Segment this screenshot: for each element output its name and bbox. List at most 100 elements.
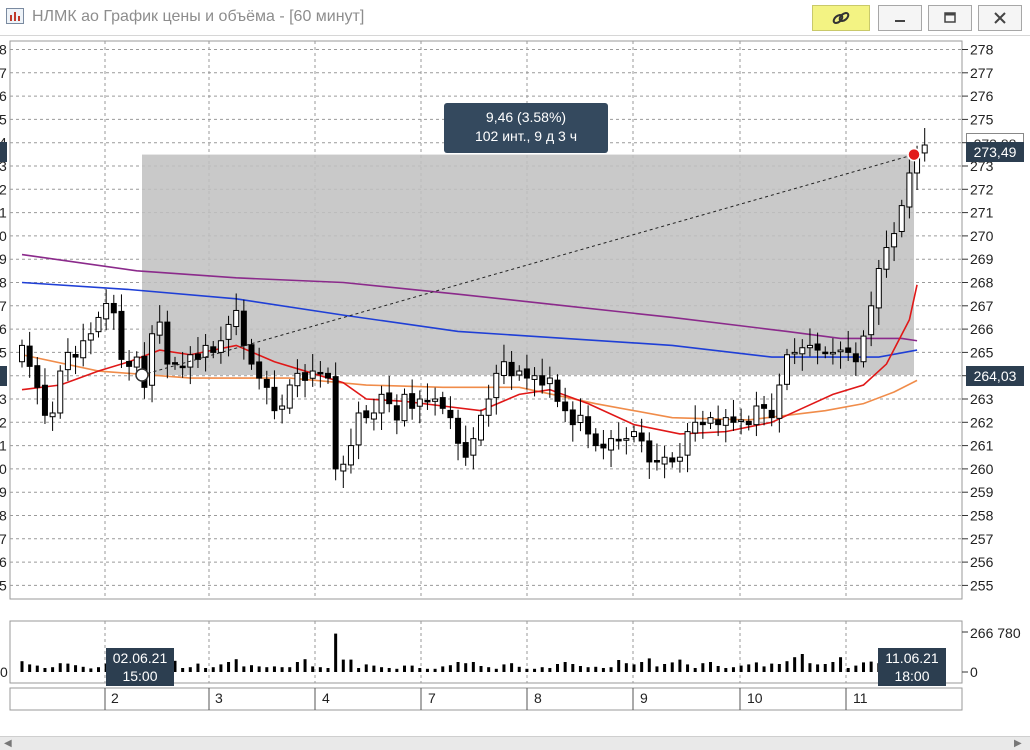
volume-bar	[517, 666, 521, 672]
scroll-left-icon[interactable]: ◀	[4, 738, 12, 749]
volume-bar	[410, 665, 414, 672]
link-button[interactable]	[812, 5, 870, 31]
candle-body	[539, 375, 546, 386]
candle-body	[761, 404, 768, 409]
candle-body	[149, 333, 156, 386]
candle-body	[600, 443, 607, 449]
day-label-9: 9	[640, 690, 648, 706]
price-tick-label: 258	[970, 508, 994, 524]
candle-body	[722, 417, 729, 426]
start-time: 15:00	[122, 668, 158, 684]
volume-bar	[456, 662, 460, 672]
candle-body	[156, 321, 163, 336]
volume-bar	[525, 668, 529, 672]
volume-bar	[632, 664, 636, 672]
end-date-label: 11.06.21 18:00	[878, 648, 946, 686]
volume-bar	[357, 668, 361, 672]
candle-body	[585, 416, 592, 435]
price-tick-label: 269	[970, 251, 994, 267]
candle-body	[64, 351, 71, 371]
candle-body	[822, 351, 829, 355]
candle-body	[49, 412, 56, 418]
volume-bar	[425, 668, 429, 672]
price-tick-label: 257	[970, 531, 994, 547]
left-price-tick-label: 6	[0, 321, 7, 337]
scroll-right-icon[interactable]: ▶	[1014, 738, 1022, 749]
close-button[interactable]	[978, 5, 1022, 31]
volume-bar	[326, 668, 330, 672]
candle-body	[852, 353, 859, 363]
candle-body	[72, 353, 79, 358]
minimize-button[interactable]	[878, 5, 922, 31]
candle-body	[508, 361, 515, 377]
candle-body	[355, 412, 362, 446]
volume-bar	[762, 666, 766, 672]
volume-bar	[494, 668, 498, 672]
volume-bar	[204, 668, 208, 672]
candle-body	[485, 398, 492, 416]
price-tick-label: 276	[970, 88, 994, 104]
candle-body	[80, 340, 87, 359]
price-tick-label: 268	[970, 275, 994, 291]
volume-bar	[678, 659, 682, 672]
volume-left-zero-label: 0	[0, 664, 8, 680]
volume-bar	[739, 665, 743, 672]
volume-bar	[227, 662, 231, 672]
measurement-start-point[interactable]	[135, 368, 149, 382]
price-tick-label: 271	[970, 205, 994, 221]
price-tick-label: 265	[970, 344, 994, 360]
day-label-11: 11	[853, 690, 868, 706]
price-tick-label: 278	[970, 42, 994, 58]
volume-bar	[349, 659, 353, 672]
volume-bar	[808, 663, 812, 672]
volume-bar	[464, 663, 468, 672]
volume-bar	[624, 663, 628, 672]
candle-body	[87, 333, 94, 341]
measurement-end-point[interactable]	[907, 147, 921, 162]
candle-body	[462, 442, 469, 458]
day-label-4: 4	[322, 690, 330, 706]
candle-body	[768, 409, 775, 419]
volume-bar	[831, 662, 835, 672]
volume-bar	[846, 668, 850, 672]
volume-bar	[311, 666, 315, 672]
candle-body	[302, 372, 309, 381]
candle-body	[707, 417, 714, 424]
volume-zero-label: 0	[970, 664, 978, 680]
volume-bar	[578, 666, 582, 672]
candle-body	[256, 361, 263, 379]
candle-body	[370, 412, 377, 420]
price-tick-label: 270	[970, 228, 994, 244]
volume-bar	[188, 667, 192, 672]
candle-body	[875, 268, 882, 309]
candle-body	[286, 384, 293, 409]
volume-bar	[716, 666, 720, 672]
maximize-icon	[944, 12, 956, 23]
candle-body	[447, 409, 454, 419]
window-title: НЛМК ао График цены и объёма - [60 минут…	[32, 8, 365, 25]
volume-bar	[303, 659, 307, 672]
volume-bar	[479, 666, 483, 672]
candle-body	[546, 377, 553, 385]
volume-bar	[693, 668, 697, 672]
candle-body	[669, 457, 676, 463]
volume-bar	[257, 666, 261, 672]
volume-bar	[242, 666, 246, 672]
volume-bar	[609, 667, 613, 672]
volume-bar	[234, 659, 238, 672]
horizontal-scrollbar[interactable]: ◀ ▶	[0, 736, 1030, 750]
maximize-button[interactable]	[928, 5, 972, 31]
left-price-tick-label: 8	[0, 275, 7, 291]
volume-bar	[655, 666, 659, 672]
candle-body	[95, 316, 102, 333]
candle-body	[172, 362, 178, 365]
volume-bar	[510, 663, 514, 672]
price-tick-label: 255	[970, 577, 994, 593]
candle-body	[432, 398, 439, 402]
volume-bar	[471, 662, 475, 672]
left-price-tick-label: 0	[0, 461, 7, 477]
left-price-tick-label: 2	[0, 181, 7, 197]
candle-body	[500, 361, 507, 376]
candle-body	[325, 372, 331, 379]
candle-body	[57, 370, 64, 414]
